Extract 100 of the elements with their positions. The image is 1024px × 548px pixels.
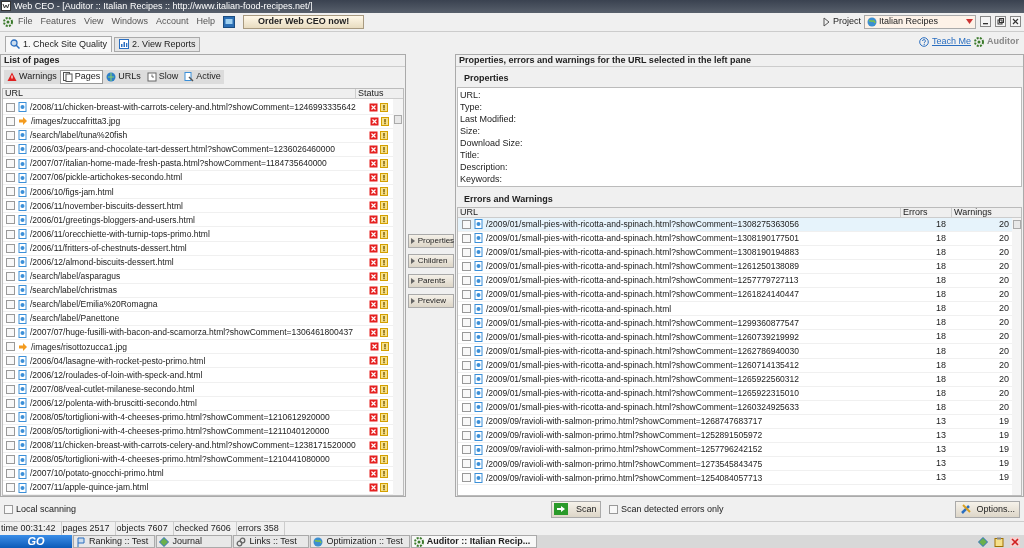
menu-item[interactable]: Windows: [108, 17, 151, 27]
side-button[interactable]: Parents: [407, 273, 454, 288]
options-button[interactable]: Options...: [955, 500, 1020, 518]
checkbox[interactable]: [462, 261, 471, 271]
table-row[interactable]: /2009/01/small-pies-with-ricotta-and-spinach.html?showComment=1260324925633 18 20: [458, 400, 1012, 415]
checkbox[interactable]: [6, 300, 15, 309]
checkbox[interactable]: [6, 229, 15, 239]
checkbox[interactable]: [6, 257, 15, 267]
checkbox[interactable]: [462, 290, 471, 300]
checkbox[interactable]: [462, 219, 471, 229]
checkbox[interactable]: [462, 247, 471, 257]
local-scanning-checkbox[interactable]: Local scanning: [4, 504, 77, 514]
checkbox[interactable]: [6, 384, 15, 394]
table-row[interactable]: /2009/09/ravioli-with-salmon-primo.html?showComment=1252891505972 13 19: [458, 429, 1012, 444]
table-row[interactable]: /2009/01/small-pies-with-ricotta-and-spinach.html?showComment=1308190194883 18 20: [458, 245, 1012, 260]
checkbox[interactable]: [6, 130, 15, 140]
table-row[interactable]: /2009/01/small-pies-with-ricotta-and-spinach.html?showComment=1308190177501 18 20: [458, 231, 1012, 246]
filter-tab[interactable]: Pages: [59, 69, 104, 84]
checkbox[interactable]: [6, 426, 15, 436]
teach-me-link[interactable]: Teach Me: [931, 37, 971, 47]
checkbox[interactable]: [6, 370, 15, 380]
checkbox[interactable]: [6, 469, 15, 479]
table-row[interactable]: /2009/01/small-pies-with-ricotta-and-spinach.html?showComment=1262786940030 18 20: [458, 344, 1012, 359]
table-row[interactable]: /2009/01/small-pies-with-ricotta-and-spinach.html?showComment=1261250138089 18 20: [458, 259, 1012, 274]
checkbox[interactable]: [462, 417, 471, 426]
checkbox[interactable]: [4, 504, 13, 514]
menu-item[interactable]: Features: [37, 17, 80, 27]
menu-item[interactable]: Account: [152, 17, 192, 27]
checkbox[interactable]: [462, 374, 471, 384]
checkbox[interactable]: [6, 285, 15, 295]
checkbox[interactable]: [6, 173, 15, 183]
side-button[interactable]: Properties: [407, 233, 454, 248]
checkbox[interactable]: [6, 215, 15, 225]
checkbox[interactable]: [462, 431, 471, 441]
table-row[interactable]: /2009/01/small-pies-with-ricotta-and-spinach.html?showComment=1265922560312 18 20: [458, 372, 1012, 387]
table-row[interactable]: /2009/01/small-pies-with-ricotta-and-spinach.html?showComment=1260739219992 18 20: [458, 330, 1012, 345]
checkbox[interactable]: [6, 116, 15, 126]
table-row[interactable]: /2009/01/small-pies-with-ricotta-and-spinach.html 18 20: [458, 302, 1012, 317]
checkbox[interactable]: [462, 388, 471, 398]
order-button[interactable]: Order Web CEO now!: [242, 14, 365, 29]
tab[interactable]: 2. View Reports: [114, 36, 201, 52]
taskbar-item[interactable]: Auditor :: Italian Recip...: [410, 535, 538, 548]
checkbox[interactable]: [462, 445, 471, 455]
checkbox[interactable]: [6, 342, 15, 352]
checkbox[interactable]: [6, 201, 15, 211]
checkbox[interactable]: [6, 328, 15, 338]
table-row[interactable]: /2009/09/ravioli-with-salmon-primo.html?showComment=1273545843475 13 19: [458, 457, 1012, 472]
checkbox[interactable]: [6, 314, 15, 324]
checkbox[interactable]: [6, 398, 15, 408]
taskbar-item[interactable]: Links :: Test: [233, 535, 310, 548]
side-button[interactable]: Children: [407, 253, 454, 268]
filter-tab[interactable]: Active: [181, 69, 224, 84]
project-dropdown[interactable]: Italian Recipes: [864, 14, 976, 29]
table-row[interactable]: /2009/01/small-pies-with-ricotta-and-spinach.html?showComment=1299360877547 18 20: [458, 316, 1012, 331]
filter-tab[interactable]: URLs: [103, 69, 144, 84]
checkbox[interactable]: [6, 440, 15, 450]
checkbox[interactable]: [6, 144, 15, 154]
table-row[interactable]: /2009/09/ravioli-with-salmon-primo.html?showComment=1257796242152 13 19: [458, 443, 1012, 458]
filter-tab[interactable]: Warnings: [4, 69, 60, 84]
scroll-thumb[interactable]: [1012, 219, 1021, 229]
table-row[interactable]: /2009/09/ravioli-with-salmon-primo.html?showComment=1254084057713 13 19: [458, 471, 1012, 486]
checkbox[interactable]: [462, 459, 471, 469]
filter-tab[interactable]: Slow: [143, 69, 182, 84]
menu-item[interactable]: View: [81, 17, 107, 27]
checkbox[interactable]: [462, 318, 471, 328]
checkbox[interactable]: [462, 346, 471, 356]
scrollbar[interactable]: [1012, 217, 1021, 496]
restore-button[interactable]: [995, 16, 1006, 28]
checkbox[interactable]: [609, 504, 619, 514]
tab[interactable]: 1. Check Site Quality: [5, 35, 113, 52]
checkbox[interactable]: [6, 356, 15, 366]
taskbar-item[interactable]: Journal: [156, 535, 233, 548]
minimize-button[interactable]: [980, 16, 991, 28]
checkbox[interactable]: [6, 483, 15, 493]
table-row[interactable]: /2009/01/small-pies-with-ricotta-and-spinach.html?showComment=1260714135412 18 20: [458, 358, 1012, 373]
checkbox[interactable]: [6, 455, 15, 465]
taskbar-item[interactable]: Optimization :: Test: [310, 535, 410, 548]
checkbox[interactable]: [6, 102, 15, 112]
side-button[interactable]: Preview: [407, 293, 454, 308]
checkbox[interactable]: [462, 304, 471, 314]
table-row[interactable]: /2009/01/small-pies-with-ricotta-and-spinach.html?showComment=1257779727113 18 20: [458, 274, 1012, 289]
go-button[interactable]: GO: [0, 535, 72, 548]
checkbox[interactable]: [462, 473, 471, 483]
table-row[interactable]: /2009/01/small-pies-with-ricotta-and-spinach.html?showComment=1265922315010 18 20: [458, 386, 1012, 401]
checkbox[interactable]: [6, 187, 15, 197]
scrollbar[interactable]: [393, 98, 404, 496]
errors-only-checkbox[interactable]: Scan detected errors only: [609, 504, 724, 514]
checkbox[interactable]: [462, 360, 471, 370]
checkbox[interactable]: [462, 233, 471, 243]
close-button[interactable]: [1010, 16, 1021, 28]
checkbox[interactable]: [6, 159, 15, 169]
taskbar-item[interactable]: Ranking :: Test: [73, 535, 156, 548]
checkbox[interactable]: [462, 276, 471, 286]
checkbox[interactable]: [462, 402, 471, 412]
checkbox[interactable]: [462, 332, 471, 342]
table-row[interactable]: /2009/09/ravioli-with-salmon-primo.html?showComment=1268747683717 13 19: [458, 414, 1012, 430]
checkbox[interactable]: [6, 243, 15, 253]
menu-item[interactable]: File: [15, 17, 36, 27]
menu-item[interactable]: Help: [193, 17, 218, 27]
table-row[interactable]: /2009/01/small-pies-with-ricotta-and-spinach.html?showComment=1261824140447 18 20: [458, 288, 1012, 303]
